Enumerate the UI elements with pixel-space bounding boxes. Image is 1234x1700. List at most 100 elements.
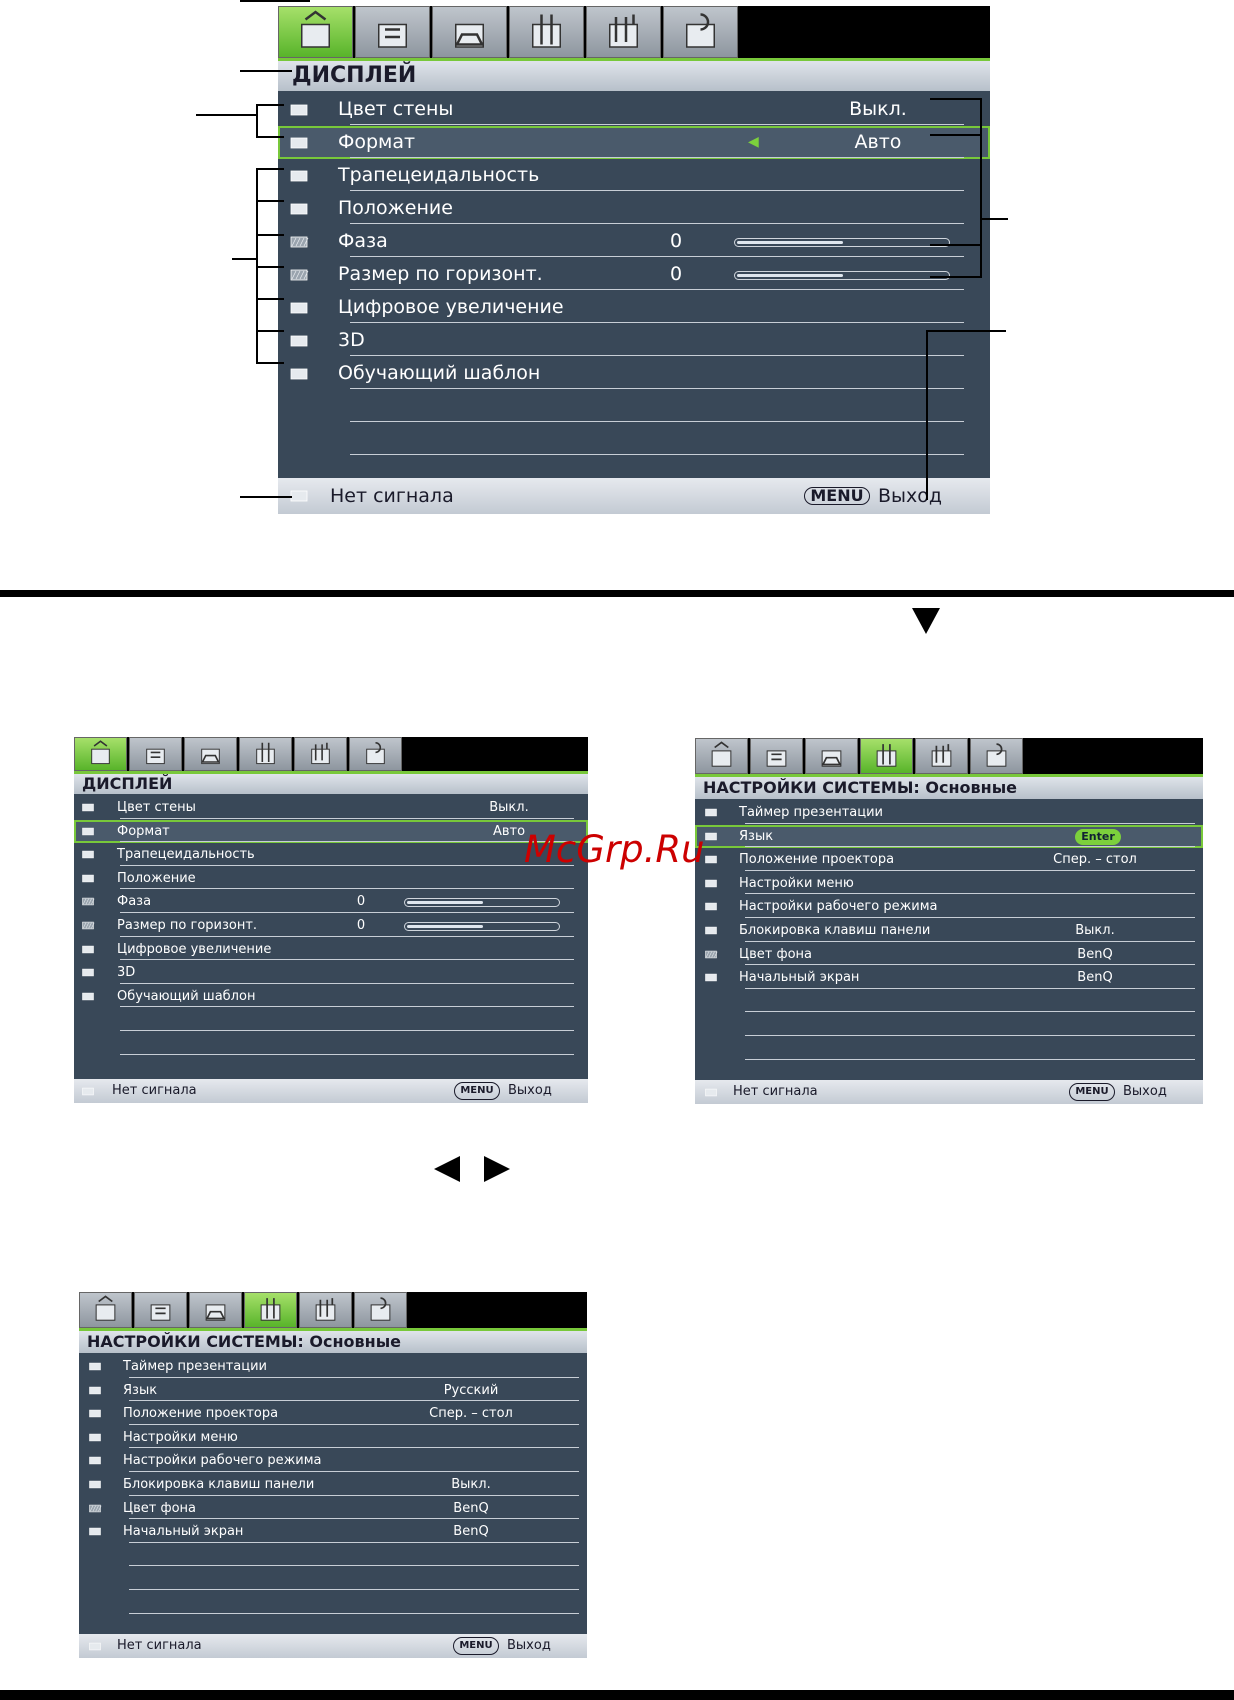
menu-row[interactable]: Положение проектора Спер. – стол	[695, 848, 1203, 872]
3d-icon	[82, 968, 94, 977]
input-source-icon	[89, 1642, 101, 1651]
menu-row[interactable]: ФорматАвто◀▶	[278, 126, 990, 159]
menu-row[interactable]: Цифровое увеличение	[74, 938, 588, 962]
tab-information[interactable]	[354, 1292, 407, 1328]
wall-color-icon	[82, 803, 94, 812]
row-label: Начальный экран	[123, 1524, 244, 1540]
slider-fill	[737, 241, 843, 244]
menu-row[interactable]: Начальный экран BenQ	[695, 966, 1203, 990]
menu-row[interactable]: Формат Авто	[74, 819, 588, 844]
menu-row[interactable]: Язык Enter	[695, 824, 1203, 849]
menu-row[interactable]: Язык Русский	[79, 1379, 587, 1403]
menu-row[interactable]: Блокировка клавиш панели Выкл.	[79, 1473, 587, 1497]
tab-display[interactable]	[189, 1292, 242, 1328]
tab-system-advanced[interactable]	[915, 738, 968, 774]
tab-system-basic[interactable]	[860, 738, 913, 774]
tab-display[interactable]	[432, 6, 507, 58]
menu-row[interactable]: Трапецеидальность	[74, 843, 588, 867]
tab-picture[interactable]	[278, 6, 353, 58]
system-advanced-tab-icon	[311, 742, 330, 765]
presentation-timer-icon	[705, 808, 717, 817]
system-basic-tab-icon	[532, 14, 561, 48]
tab-system-basic[interactable]	[239, 737, 292, 771]
row-slider[interactable]	[734, 271, 950, 280]
panel-key-lock-icon	[89, 1480, 101, 1489]
exit-label[interactable]: Выход	[508, 1079, 552, 1103]
menu-footer: Нет сигнала MENU Выход	[74, 1079, 588, 1103]
menu-row[interactable]: Начальный экран BenQ	[79, 1520, 587, 1544]
menu-row[interactable]: Размер по горизонт. 0	[278, 258, 990, 291]
exit-label[interactable]: Выход	[878, 478, 942, 514]
menu-row[interactable]: Таймер презентации	[695, 801, 1203, 825]
row-label: 3D	[338, 329, 365, 351]
menu-row[interactable]: Настройки меню	[79, 1426, 587, 1450]
tab-picture[interactable]	[695, 738, 748, 774]
projector-position-icon	[705, 855, 717, 864]
tab-picture[interactable]	[74, 737, 127, 771]
row-slider[interactable]	[404, 922, 560, 931]
row-label: Положение	[338, 197, 453, 219]
row-label: Настройки рабочего режима	[739, 899, 938, 915]
menu-row[interactable]: Положение	[74, 867, 588, 891]
menu-key-badge[interactable]: MENU	[804, 487, 870, 505]
tab-information[interactable]	[349, 737, 402, 771]
row-value: Спер. – стол	[429, 1406, 513, 1422]
projector-position-icon	[89, 1409, 101, 1418]
menu-row[interactable]: 3D	[74, 961, 588, 985]
menu-row[interactable]: Обучающий шаблон	[278, 357, 990, 390]
menu-row[interactable]: Блокировка клавиш панели Выкл.	[695, 919, 1203, 943]
splash-screen-icon	[705, 973, 717, 982]
tab-system-basic[interactable]	[244, 1292, 297, 1328]
exit-label[interactable]: Выход	[1123, 1080, 1167, 1104]
row-value: Выкл.	[489, 800, 529, 815]
empty-row	[79, 1544, 587, 1568]
row-slider[interactable]	[404, 898, 560, 908]
menu-row[interactable]: Размер по горизонт. 0	[74, 914, 588, 938]
menu-row[interactable]: Настройки рабочего режима	[79, 1449, 587, 1473]
menu-key-badge[interactable]: MENU	[453, 1637, 499, 1655]
row-underline	[745, 1011, 1195, 1013]
tab-system-advanced[interactable]	[294, 737, 347, 771]
digital-zoom-icon	[290, 302, 308, 314]
menu-row[interactable]: Трапецеидальность	[278, 159, 990, 192]
tab-information[interactable]	[663, 6, 738, 58]
row-label: Цифровое увеличение	[338, 296, 564, 318]
menu-row[interactable]: Цвет стены Выкл.	[74, 796, 588, 820]
left-arrow-icon[interactable]: ◀	[748, 126, 759, 159]
menu-key-badge[interactable]: MENU	[454, 1082, 500, 1100]
tab-picture-advanced[interactable]	[129, 737, 182, 771]
tab-system-basic[interactable]	[509, 6, 584, 58]
menu-row[interactable]: Фаза 0	[278, 225, 990, 258]
menu-row[interactable]: Положение	[278, 192, 990, 225]
menu-row[interactable]: Положение проектора Спер. – стол	[79, 1402, 587, 1426]
tab-system-advanced[interactable]	[299, 1292, 352, 1328]
menu-row[interactable]: Настройки меню	[695, 872, 1203, 896]
row-slider[interactable]	[734, 238, 950, 247]
tab-picture-advanced[interactable]	[355, 6, 430, 58]
tab-display[interactable]	[805, 738, 858, 774]
menu-row[interactable]: Цвет стены Выкл.	[278, 93, 990, 126]
tab-display[interactable]	[184, 737, 237, 771]
empty-row	[79, 1567, 587, 1591]
tab-system-advanced[interactable]	[586, 6, 661, 58]
menu-key-badge[interactable]: MENU	[1069, 1083, 1115, 1101]
menu-row[interactable]: Цифровое увеличение	[278, 291, 990, 324]
tab-picture-advanced[interactable]	[134, 1292, 187, 1328]
information-tab-icon	[686, 13, 715, 48]
tab-picture-advanced[interactable]	[750, 738, 803, 774]
menu-row[interactable]: Настройки рабочего режима	[695, 895, 1203, 919]
menu-row[interactable]: Фаза 0	[74, 890, 588, 914]
enter-badge[interactable]: Enter	[1075, 828, 1121, 845]
row-value: Спер. – стол	[1053, 852, 1137, 868]
menu-row[interactable]: Таймер презентации	[79, 1355, 587, 1379]
tab-picture[interactable]	[79, 1292, 132, 1328]
menu-row[interactable]: Цвет фона BenQ	[79, 1497, 587, 1521]
menu-row[interactable]: Цвет фона BenQ	[695, 943, 1203, 967]
menu-row[interactable]: Обучающий шаблон	[74, 985, 588, 1009]
row-underline	[129, 1612, 579, 1614]
menu-row[interactable]: 3D	[278, 324, 990, 357]
exit-label[interactable]: Выход	[507, 1634, 551, 1658]
left-arrow-icon	[434, 1156, 460, 1182]
phase-icon	[290, 236, 309, 248]
tab-information[interactable]	[970, 738, 1023, 774]
